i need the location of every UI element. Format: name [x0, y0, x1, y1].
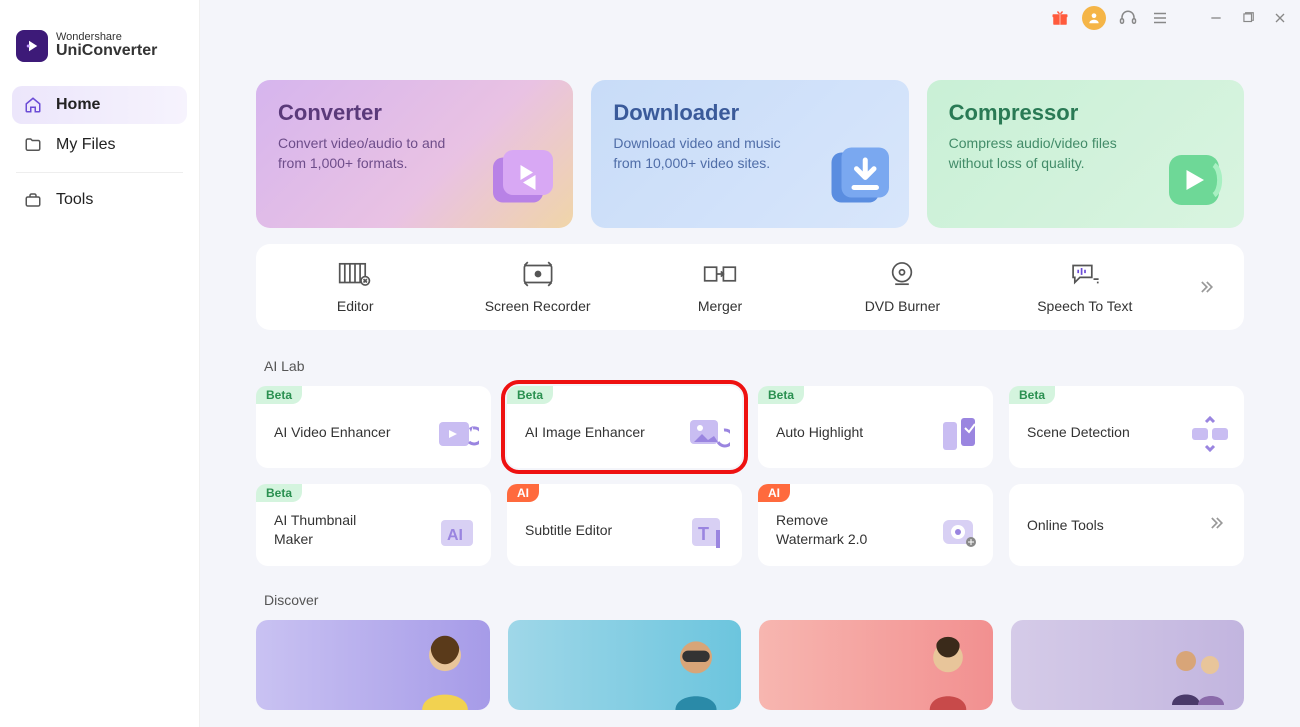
sidebar-divider: [16, 172, 183, 173]
person-icon: [410, 630, 480, 710]
sidebar-item-my-files[interactable]: My Files: [12, 126, 187, 164]
subtitle-icon: T: [686, 510, 730, 554]
sidebar: Wondershare UniConverter Home My Files T…: [0, 0, 200, 727]
screen-recorder-icon: [521, 260, 555, 288]
ailab-subtitle-editor[interactable]: AI Subtitle Editor T: [507, 484, 742, 566]
tool-merger[interactable]: Merger: [629, 260, 811, 314]
card-title: Subtitle Editor: [525, 521, 612, 540]
badge-beta: Beta: [256, 484, 302, 502]
card-title: Scene Detection: [1027, 423, 1130, 442]
logo-mark-icon: [16, 30, 48, 62]
discover-card-1[interactable]: [256, 620, 490, 710]
badge-beta: Beta: [758, 386, 804, 404]
window-minimize-icon[interactable]: [1206, 8, 1226, 28]
discover-card-2[interactable]: [508, 620, 742, 710]
chevron-double-right-icon: [1196, 277, 1216, 297]
discover-card-3[interactable]: [759, 620, 993, 710]
ailab-scene-detection[interactable]: Beta Scene Detection: [1009, 386, 1244, 468]
hero-title: Converter: [278, 100, 551, 126]
sidebar-item-label: Home: [56, 96, 100, 114]
person-icon: [913, 630, 983, 710]
tool-editor[interactable]: Editor: [264, 260, 446, 314]
tools-strip: Editor Screen Recorder Merger DVD Burner…: [256, 244, 1244, 330]
window-maximize-icon[interactable]: [1238, 8, 1258, 28]
video-enhance-icon: [435, 412, 479, 456]
people-icon: [1164, 630, 1234, 710]
compress-icon: [1154, 140, 1234, 220]
card-title: AI Image Enhancer: [525, 423, 645, 442]
hero-desc: Compress audio/video files without loss …: [949, 134, 1129, 173]
badge-ai: AI: [507, 484, 539, 502]
card-title: AI Thumbnail Maker: [274, 511, 394, 549]
tools-more[interactable]: [1176, 277, 1236, 297]
tool-screen-recorder[interactable]: Screen Recorder: [446, 260, 628, 314]
hero-title: Downloader: [613, 100, 886, 126]
watermark-icon: [937, 510, 981, 554]
brand-name: UniConverter: [56, 42, 157, 59]
sidebar-item-tools[interactable]: Tools: [12, 181, 187, 219]
tool-dvd-burner[interactable]: DVD Burner: [811, 260, 993, 314]
thumbnail-icon: AI: [435, 510, 479, 554]
titlebar: [1040, 0, 1300, 36]
ailab-ai-image-enhancer[interactable]: Beta AI Image Enhancer: [507, 386, 742, 468]
speech-icon: [1068, 260, 1102, 288]
dvd-icon: [885, 260, 919, 288]
badge-beta: Beta: [256, 386, 302, 404]
sidebar-item-home[interactable]: Home: [12, 86, 187, 124]
editor-icon: [338, 260, 372, 288]
hero-desc: Download video and music from 10,000+ vi…: [613, 134, 793, 173]
menu-icon[interactable]: [1150, 8, 1170, 28]
badge-beta: Beta: [507, 386, 553, 404]
window-close-icon[interactable]: [1270, 8, 1290, 28]
card-title: AI Video Enhancer: [274, 423, 391, 442]
ailab-auto-highlight[interactable]: Beta Auto Highlight: [758, 386, 993, 468]
home-icon: [24, 96, 42, 114]
hero-downloader[interactable]: Downloader Download video and music from…: [591, 80, 908, 228]
toolbox-icon: [24, 191, 42, 209]
merger-icon: [703, 260, 737, 288]
hero-title: Compressor: [949, 100, 1222, 126]
badge-ai: AI: [758, 484, 790, 502]
badge-beta: Beta: [1009, 386, 1055, 404]
gift-icon[interactable]: [1050, 8, 1070, 28]
card-title: Online Tools: [1027, 516, 1104, 535]
tool-label: Merger: [698, 298, 742, 314]
highlight-icon: [937, 412, 981, 456]
scene-icon: [1188, 412, 1232, 456]
tool-label: Speech To Text: [1037, 298, 1132, 314]
sidebar-item-label: My Files: [56, 136, 116, 154]
ailab-ai-thumbnail-maker[interactable]: Beta AI Thumbnail Maker AI: [256, 484, 491, 566]
ailab-remove-watermark[interactable]: AI Remove Watermark 2.0: [758, 484, 993, 566]
svg-text:AI: AI: [447, 527, 463, 544]
tool-label: DVD Burner: [865, 298, 940, 314]
main-area: Converter Convert video/audio to and fro…: [200, 0, 1300, 727]
card-title: Remove Watermark 2.0: [776, 511, 896, 549]
hero-compressor[interactable]: Compressor Compress audio/video files wi…: [927, 80, 1244, 228]
card-title: Auto Highlight: [776, 423, 863, 442]
section-discover-label: Discover: [264, 592, 1244, 608]
hero-desc: Convert video/audio to and from 1,000+ f…: [278, 134, 458, 173]
chevron-double-right-icon: [1206, 513, 1226, 538]
tool-label: Screen Recorder: [485, 298, 591, 314]
sidebar-item-label: Tools: [56, 191, 93, 209]
tool-speech-to-text[interactable]: Speech To Text: [994, 260, 1176, 314]
svg-text:T: T: [698, 524, 709, 544]
hero-converter[interactable]: Converter Convert video/audio to and fro…: [256, 80, 573, 228]
ailab-online-tools[interactable]: Online Tools: [1009, 484, 1244, 566]
folder-icon: [24, 136, 42, 154]
user-avatar[interactable]: [1082, 6, 1106, 30]
section-ailab-label: AI Lab: [264, 358, 1244, 374]
person-icon: [661, 630, 731, 710]
convert-icon: [483, 140, 563, 220]
image-enhance-icon: [686, 412, 730, 456]
discover-card-4[interactable]: [1011, 620, 1245, 710]
download-icon: [819, 140, 899, 220]
ailab-ai-video-enhancer[interactable]: Beta AI Video Enhancer: [256, 386, 491, 468]
app-logo: Wondershare UniConverter: [12, 30, 187, 86]
tool-label: Editor: [337, 298, 374, 314]
support-icon[interactable]: [1118, 8, 1138, 28]
